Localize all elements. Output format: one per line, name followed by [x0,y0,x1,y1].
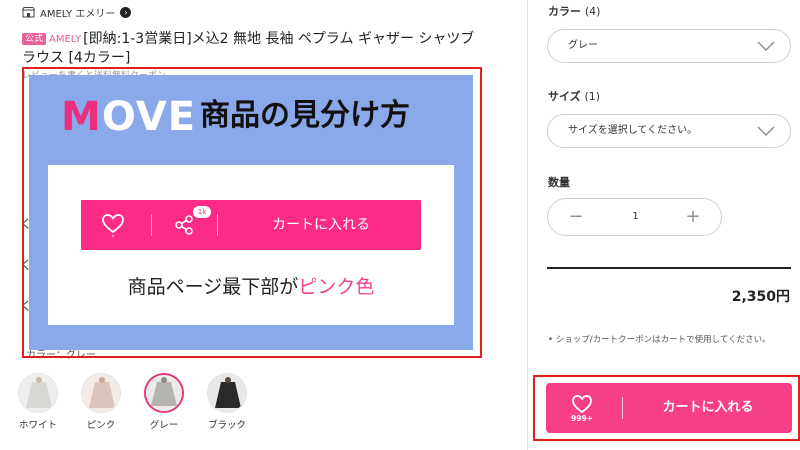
add-to-cart-button[interactable]: カートに入れる [626,383,790,433]
product-title-text: [即納:1-3営業日]メ込2 無地 長袖 ペプラム ギャザー シャツブラウス [… [22,31,475,66]
color-count: (4) [584,5,601,18]
swatch-label: ピンク [86,420,116,431]
favorite-heart-icon[interactable] [571,394,593,414]
product-title: 公式 AMELY [即納:1-3営業日]メ込2 無地 長袖 ペプラム ギャザー シャ… [22,30,482,67]
highlight-frame [22,67,482,358]
brand-tag: AMELY [49,34,82,45]
add-to-cart-bar: 999+ カートに入れる [546,383,792,433]
coupon-note: • ショップ/カートクーポンはカートで使用してください。 [548,335,771,345]
swatch-image[interactable] [207,373,247,413]
shop-link[interactable]: AMELY エメリー › [22,5,132,20]
quantity-decrease-button[interactable]: − [558,199,594,235]
size-label-text: サイズ [548,90,581,103]
blouse-thumbnail [146,375,182,411]
quantity-value[interactable]: 1 [608,199,663,235]
color-select[interactable]: グレー [547,29,791,63]
swatch-white[interactable]: ホワイト [16,373,60,431]
favorite-count: 999+ [571,414,593,423]
size-select-placeholder: サイズを選択してください。 [568,125,698,136]
color-label-text: カラー [548,5,581,18]
divider [622,397,623,419]
swatch-image[interactable] [81,373,121,413]
size-count: (1) [584,90,601,103]
swatch-black[interactable]: ブラック [205,373,249,431]
quantity-stepper: − 1 + [547,198,722,236]
price-divider [547,267,791,269]
chevron-down-icon [757,41,775,51]
swatch-pink[interactable]: ピンク [79,373,123,431]
blouse-thumbnail [19,374,57,412]
size-option-label: サイズ (1) [548,88,600,104]
swatch-gray[interactable]: グレー [142,373,186,431]
swatch-label: ブラック [207,420,246,431]
size-select[interactable]: サイズを選択してください。 [547,114,791,148]
chevron-right-icon[interactable]: › [120,7,132,18]
quantity-increase-button[interactable]: + [675,199,711,235]
quantity-label: 数量 [548,176,570,189]
swatch-image[interactable] [144,373,184,413]
swatch-label: ホワイト [18,420,57,431]
price: 2,350円 [731,289,790,305]
color-select-value: グレー [568,40,598,51]
color-swatches: ホワイト ピンク グレー ブラック [16,373,249,431]
column-divider [527,0,528,450]
chevron-down-icon [757,126,775,136]
shop-name[interactable]: AMELY エメリー [40,5,115,20]
shop-icon [22,7,35,18]
blouse-thumbnail [82,374,120,412]
official-badge: 公式 [22,33,47,45]
swatch-image[interactable] [18,373,58,413]
color-option-label: カラー (4) [548,3,600,19]
swatch-label: グレー [149,420,179,431]
blouse-thumbnail [208,374,246,412]
